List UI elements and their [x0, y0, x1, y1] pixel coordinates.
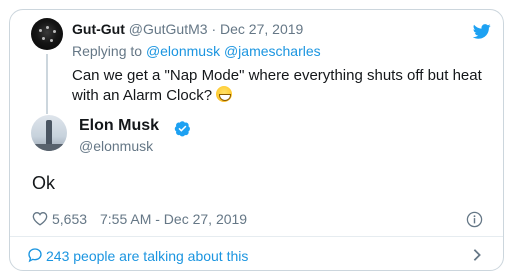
- twitter-bird-icon[interactable]: [473, 24, 491, 39]
- parent-tweet: Gut-Gut @GutGutM3 · Dec 27, 2019 Replyin…: [10, 10, 503, 116]
- grinning-face-emoji-icon: [216, 86, 233, 102]
- parent-text-body: Can we get a "Nap Mode" where everything…: [72, 67, 482, 104]
- chevron-right-icon[interactable]: [472, 248, 482, 262]
- tweet-timestamp[interactable]: 7:55 AM - Dec 27, 2019: [100, 211, 247, 227]
- header-separator: ·: [211, 21, 217, 37]
- parent-handle[interactable]: @GutGutM3: [129, 21, 208, 37]
- conversation-link[interactable]: 243 people are talking about this: [10, 237, 503, 270]
- parent-date[interactable]: Dec 27, 2019: [220, 21, 303, 37]
- thread-connector-line: [46, 54, 48, 114]
- parent-header: Gut-Gut @GutGutM3 · Dec 27, 2019: [72, 21, 303, 37]
- verified-badge-icon: [174, 121, 190, 137]
- info-icon[interactable]: [466, 211, 483, 228]
- parent-tweet-text: Can we get a "Nap Mode" where everything…: [72, 66, 492, 106]
- mention-link[interactable]: @jamescharles: [224, 43, 321, 59]
- embedded-tweet-card: Gut-Gut @GutGutM3 · Dec 27, 2019 Replyin…: [9, 9, 504, 271]
- speech-bubble-icon: [28, 248, 42, 263]
- heart-icon[interactable]: [32, 211, 48, 226]
- main-tweet-text: Ok: [32, 173, 56, 193]
- talking-about-text[interactable]: 243 people are talking about this: [46, 248, 248, 264]
- main-handle[interactable]: @elonmusk: [79, 138, 153, 154]
- parent-avatar[interactable]: [31, 18, 63, 50]
- like-count[interactable]: 5,653: [52, 211, 87, 227]
- main-display-name[interactable]: Elon Musk: [79, 117, 159, 135]
- replying-to-line: Replying to @elonmusk @jamescharles: [72, 43, 321, 59]
- main-avatar[interactable]: [31, 115, 67, 151]
- parent-display-name[interactable]: Gut-Gut: [72, 21, 125, 37]
- replying-prefix: Replying to: [72, 43, 143, 59]
- mention-link[interactable]: @elonmusk: [146, 43, 220, 59]
